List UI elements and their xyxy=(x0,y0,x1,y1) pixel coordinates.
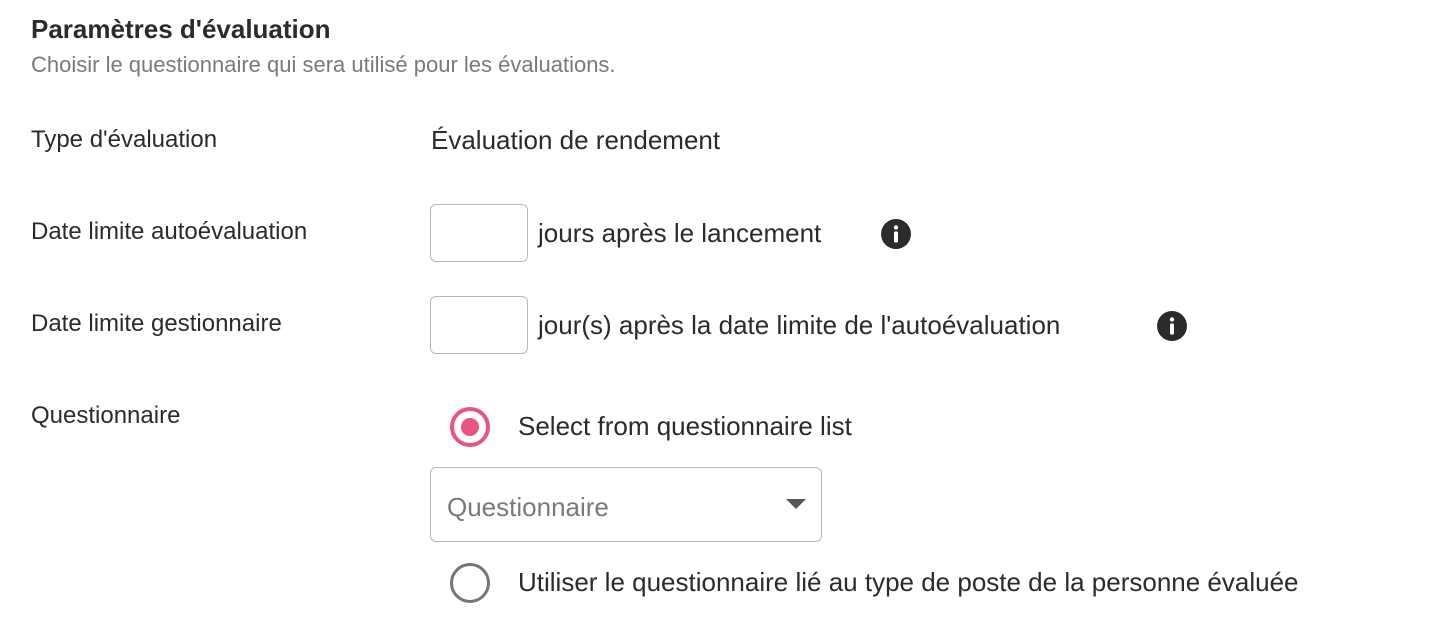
evaluation-type-value: Évaluation de rendement xyxy=(431,125,721,155)
manager-deadline-label: Date limite gestionnaire xyxy=(31,310,282,337)
questionnaire-select[interactable]: Questionnaire xyxy=(430,467,822,542)
manager-deadline-suffix: jour(s) après la date limite de l'autoév… xyxy=(538,310,1061,340)
chevron-down-icon xyxy=(786,499,806,509)
radio-label-use-job-type-questionnaire[interactable]: Utiliser le questionnaire lié au type de… xyxy=(518,567,1299,598)
evaluation-settings-panel: Paramètres d'évaluation Choisir le quest… xyxy=(0,0,1456,634)
section-title: Paramètres d'évaluation xyxy=(31,14,331,44)
info-icon[interactable] xyxy=(1156,310,1188,342)
radio-label-select-from-list[interactable]: Select from questionnaire list xyxy=(518,411,852,442)
self-deadline-suffix: jours après le lancement xyxy=(538,218,822,248)
radio-select-from-list[interactable] xyxy=(450,407,490,447)
questionnaire-select-placeholder: Questionnaire xyxy=(447,492,609,522)
manager-deadline-days-input[interactable] xyxy=(430,296,528,354)
section-subtitle: Choisir le questionnaire qui sera utilis… xyxy=(31,52,616,77)
evaluation-type-label: Type d'évaluation xyxy=(31,126,218,153)
info-icon[interactable] xyxy=(880,218,912,250)
radio-use-job-type-questionnaire[interactable] xyxy=(450,563,490,603)
questionnaire-label: Questionnaire xyxy=(31,402,181,429)
self-deadline-days-input[interactable] xyxy=(430,204,528,262)
self-deadline-label: Date limite autoévaluation xyxy=(31,218,308,245)
